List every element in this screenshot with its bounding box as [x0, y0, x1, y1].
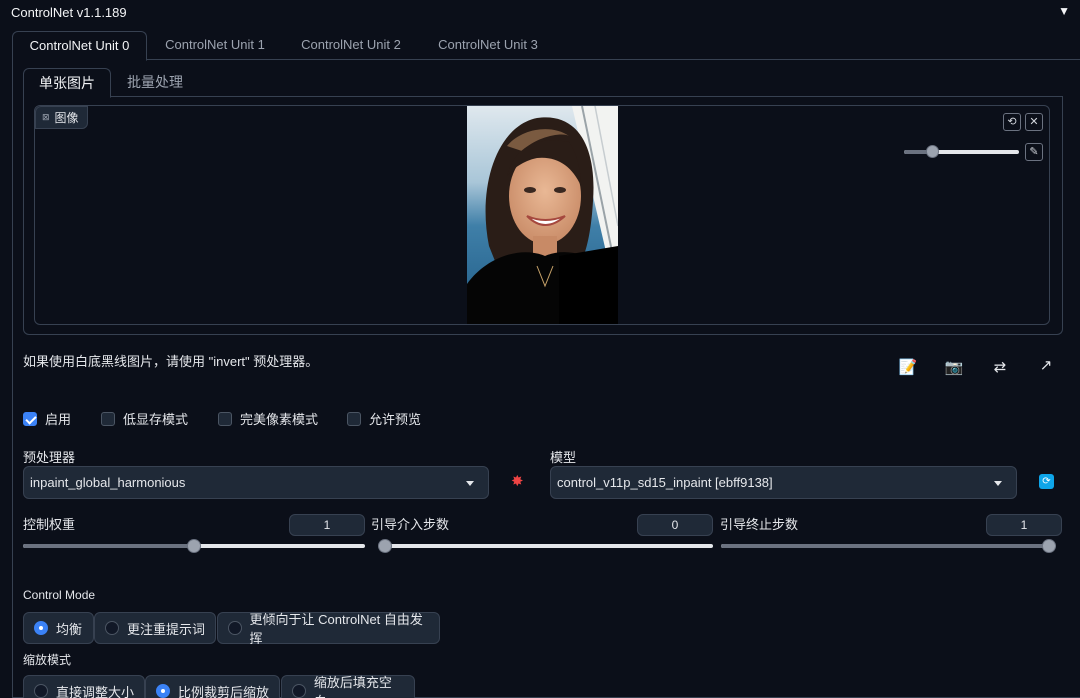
resize-mode-just-resize[interactable]: 直接调整大小: [23, 675, 145, 698]
model-value: control_v11p_sd15_inpaint [ebff9138]: [557, 475, 773, 490]
allow-preview-checkbox[interactable]: 允许预览: [347, 409, 421, 428]
radio-label: 比例裁剪后缩放: [178, 684, 270, 698]
send-dimensions-icon[interactable]: ↗: [1034, 354, 1058, 378]
close-icon[interactable]: ✕: [1025, 113, 1043, 131]
tab-unit-0[interactable]: ControlNet Unit 0: [12, 31, 147, 61]
image-label-text: 图像: [54, 111, 79, 125]
chevron-down-icon: [466, 481, 474, 486]
guidance-end-input[interactable]: 1: [986, 514, 1062, 536]
control-mode-balanced[interactable]: 均衡: [23, 612, 94, 644]
resize-mode-crop-resize[interactable]: 比例裁剪后缩放: [145, 675, 280, 698]
radio-dot[interactable]: [105, 621, 119, 635]
checkbox-label: 允许预览: [369, 412, 422, 427]
tab-unit-2[interactable]: ControlNet Unit 2: [289, 31, 413, 60]
guidance-start-label: 引导介入步数: [371, 517, 450, 532]
radio-dot[interactable]: [228, 621, 242, 635]
preprocessor-value: inpaint_global_harmonious: [30, 475, 186, 490]
radio-label: 更注重提示词: [127, 621, 206, 637]
input-mode-tab-bar: 单张图片 批量处理: [23, 68, 1063, 98]
radio-label: 缩放后填充空白: [313, 675, 392, 698]
checkbox-label: 启用: [45, 412, 72, 427]
checkbox-label: 低显存模式: [123, 412, 189, 427]
control-mode-controlnet[interactable]: 更倾向于让 ControlNet 自由发挥: [217, 612, 440, 646]
checkbox-box[interactable]: [101, 411, 115, 426]
control-mode-prompt[interactable]: 更注重提示词: [94, 612, 216, 644]
enable-checkbox[interactable]: 启用: [23, 409, 71, 428]
edit-image-icon[interactable]: 📝: [896, 356, 920, 380]
guidance-end-label: 引导终止步数: [720, 517, 799, 532]
brush-size-slider[interactable]: [904, 145, 1019, 158]
tab-unit-3[interactable]: ControlNet Unit 3: [426, 31, 550, 60]
collapse-icon[interactable]: ▼: [1058, 4, 1070, 18]
radio-dot[interactable]: [34, 621, 48, 635]
guidance-end-slider[interactable]: [721, 539, 1056, 553]
run-preprocessor-icon[interactable]: ✸: [511, 472, 524, 490]
undo-icon[interactable]: ⟲: [1003, 113, 1021, 131]
brush-icon[interactable]: ✎: [1025, 143, 1043, 161]
checkbox-box[interactable]: [347, 411, 361, 426]
radio-dot[interactable]: [156, 684, 170, 698]
resize-mode-label: 缩放模式: [23, 653, 72, 667]
refresh-models-icon[interactable]: ⟳: [1039, 474, 1054, 489]
weight-label: 控制权重: [23, 517, 76, 532]
preprocessor-dropdown[interactable]: inpaint_global_harmonious: [23, 466, 489, 499]
guidance-start-input[interactable]: 0: [637, 514, 713, 536]
low-vram-checkbox[interactable]: 低显存模式: [101, 409, 188, 428]
radio-label: 直接调整大小: [56, 684, 135, 698]
tab-batch[interactable]: 批量处理: [115, 68, 195, 97]
image-label: ⊠ 图像: [35, 106, 88, 129]
camera-icon[interactable]: 📷: [942, 356, 966, 380]
invert-hint: 如果使用白底黑线图片，请使用 "invert" 预处理器。: [23, 354, 319, 369]
guidance-start-slider[interactable]: [378, 539, 713, 553]
model-label: 模型: [550, 450, 577, 465]
accordion-title[interactable]: ControlNet v1.1.189: [11, 5, 127, 20]
checkbox-label: 完美像素模式: [240, 412, 319, 427]
weight-input[interactable]: 1: [289, 514, 365, 536]
radio-label: 均衡: [56, 621, 83, 637]
tab-single-image[interactable]: 单张图片: [23, 68, 111, 98]
checkbox-box[interactable]: [218, 411, 232, 426]
checkbox-box[interactable]: [23, 411, 37, 426]
radio-dot[interactable]: [292, 684, 306, 698]
unit-tab-bar: ControlNet Unit 0 ControlNet Unit 1 Cont…: [12, 31, 1080, 61]
radio-dot[interactable]: [34, 684, 48, 698]
model-dropdown[interactable]: control_v11p_sd15_inpaint [ebff9138]: [550, 466, 1017, 499]
weight-slider[interactable]: [23, 539, 365, 553]
pixel-perfect-checkbox[interactable]: 完美像素模式: [218, 409, 318, 428]
radio-label: 更倾向于让 ControlNet 自由发挥: [249, 612, 423, 646]
chevron-down-icon: [994, 481, 1002, 486]
swap-icon[interactable]: ⇄: [988, 356, 1012, 380]
tab-unit-1[interactable]: ControlNet Unit 1: [153, 31, 277, 60]
image-icon: ⊠: [42, 112, 50, 122]
control-mode-label: Control Mode: [23, 588, 96, 602]
uploaded-portrait-image: [467, 106, 618, 324]
preprocessor-label: 预处理器: [23, 450, 76, 465]
resize-mode-fill[interactable]: 缩放后填充空白: [281, 675, 415, 698]
